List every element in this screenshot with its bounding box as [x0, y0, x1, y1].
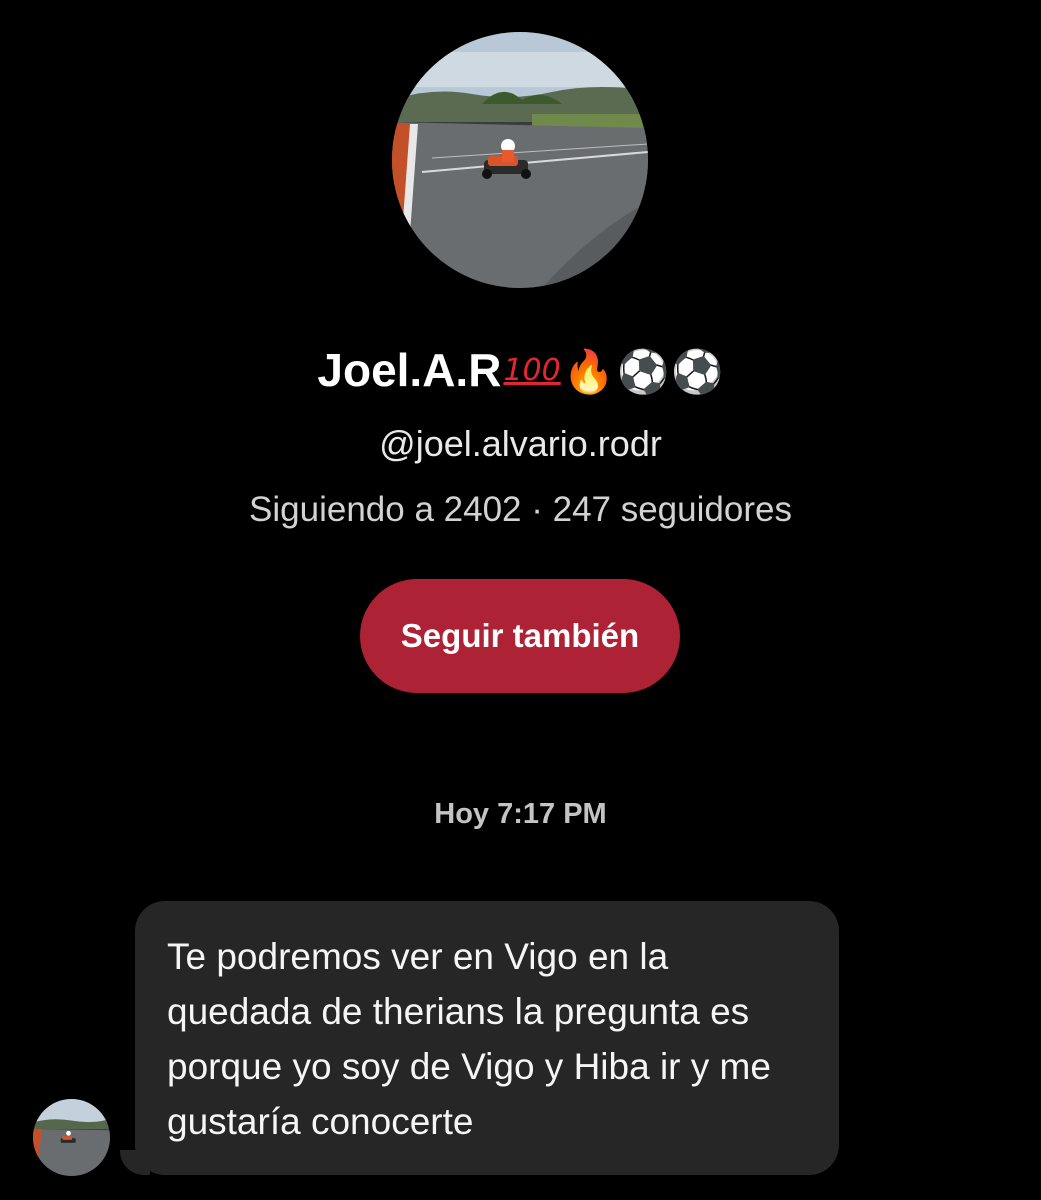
go-kart-photo	[392, 32, 648, 288]
display-name: Joel.A.R100🔥⚽⚽	[0, 338, 1041, 404]
message-bubble[interactable]: Te podremos ver en Vigo en la quedada de…	[135, 901, 839, 1175]
sender-avatar[interactable]	[33, 1099, 110, 1176]
follow-stats: Siguiendo a 2402 · 247 seguidores	[249, 490, 792, 529]
hundred-points-icon: 100	[503, 353, 561, 388]
profile-avatar[interactable]	[392, 32, 648, 288]
message-text: Te podremos ver en Vigo en la quedada de…	[167, 936, 771, 1142]
fire-icon: 🔥	[562, 347, 615, 396]
username: @joel.alvario.rodr	[379, 423, 662, 464]
soccer-ball-icon: ⚽	[671, 347, 724, 396]
go-kart-photo	[33, 1099, 110, 1176]
message-timestamp: Hoy 7:17 PM	[434, 798, 607, 830]
soccer-ball-icon: ⚽	[617, 347, 670, 396]
follow-back-button[interactable]: Seguir también	[360, 579, 680, 693]
display-name-text: Joel.A.R	[317, 344, 502, 396]
